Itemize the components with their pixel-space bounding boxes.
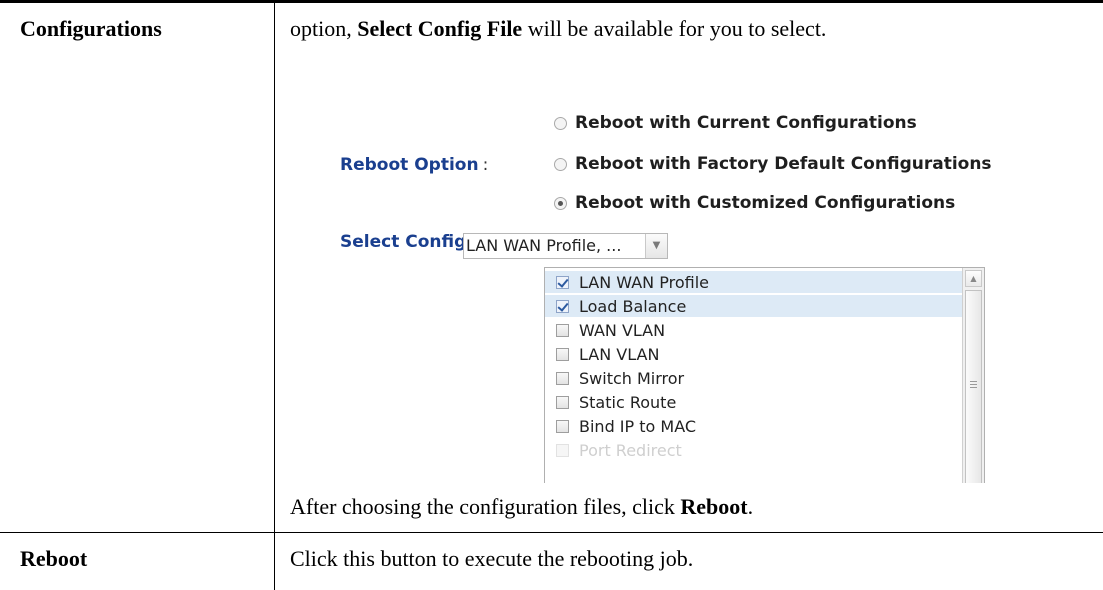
list-item-static-route[interactable]: Static Route	[545, 391, 963, 413]
grip-icon	[970, 381, 977, 388]
list-item-label: LAN WAN Profile	[579, 272, 709, 292]
checkbox-icon[interactable]	[556, 395, 569, 409]
list-item-label: Port Redirect	[579, 440, 682, 460]
list-item-label: Load Balance	[579, 296, 687, 316]
config-file-dropdown-list[interactable]: LAN WAN Profile Load Balance WAN VLAN LA…	[544, 267, 985, 483]
radio-reboot-current[interactable]: Reboot with Current Configurations	[554, 113, 917, 133]
checkbox-checked-icon[interactable]	[556, 299, 569, 313]
radio-reboot-customized[interactable]: Reboot with Customized Configurations	[554, 193, 955, 213]
list-item-lan-wan-profile[interactable]: LAN WAN Profile	[545, 271, 963, 293]
radio-label: Reboot with Customized Configurations	[575, 193, 956, 213]
table-row-divider	[0, 532, 1103, 533]
reboot-options-screenshot: Reboot with Current Configurations Reboo…	[313, 103, 1073, 484]
checkbox-icon[interactable]	[556, 347, 569, 361]
list-item-label: Bind IP to MAC	[579, 416, 697, 436]
config-file-select-value: LAN WAN Profile, ...	[466, 236, 622, 255]
list-item-label: LAN VLAN	[579, 344, 660, 364]
term-configurations: Configurations	[20, 16, 162, 41]
list-item-bind-ip-to-mac[interactable]: Bind IP to MAC	[545, 415, 963, 437]
list-item-switch-mirror[interactable]: Switch Mirror	[545, 367, 963, 389]
checkbox-checked-icon[interactable]	[556, 275, 569, 289]
checkbox-icon[interactable]	[556, 323, 569, 337]
list-item-label: Switch Mirror	[579, 368, 685, 388]
reboot-description: Click this button to execute the rebooti…	[290, 546, 694, 571]
radio-button-icon	[554, 157, 567, 171]
radio-reboot-factory-default[interactable]: Reboot with Factory Default Configuratio…	[554, 154, 992, 174]
radio-button-icon	[554, 116, 567, 130]
checkbox-icon[interactable]	[556, 419, 569, 433]
configurations-outro-text: After choosing the configuration files, …	[290, 494, 754, 519]
checkbox-icon[interactable]	[556, 443, 569, 457]
dropdown-scrollbar[interactable]: ▲	[962, 268, 984, 483]
chevron-down-icon[interactable]: ▼	[645, 234, 667, 258]
table-column-divider	[274, 0, 275, 590]
radio-label: Reboot with Factory Default Configuratio…	[575, 154, 992, 174]
list-item-port-redirect[interactable]: Port Redirect	[545, 439, 963, 461]
scroll-thumb[interactable]	[965, 290, 982, 483]
list-item-load-balance[interactable]: Load Balance	[545, 295, 963, 317]
reboot-option-label: Reboot Option:	[340, 155, 489, 175]
list-item-label: Static Route	[579, 392, 677, 412]
configurations-intro-text: option, Select Config File will be avail…	[290, 16, 827, 41]
table-top-rule	[0, 0, 1103, 3]
list-item-lan-vlan[interactable]: LAN VLAN	[545, 343, 963, 365]
config-file-select[interactable]: LAN WAN Profile, ... ▼	[463, 233, 668, 259]
radio-label: Reboot with Current Configurations	[575, 113, 917, 133]
document-table: Configurations option, Select Config Fil…	[0, 0, 1103, 590]
radio-button-checked-icon	[554, 196, 567, 210]
checkbox-icon[interactable]	[556, 371, 569, 385]
list-item-label: WAN VLAN	[579, 320, 666, 340]
term-reboot: Reboot	[20, 546, 88, 571]
list-item-wan-vlan[interactable]: WAN VLAN	[545, 319, 963, 341]
scroll-up-arrow-icon[interactable]: ▲	[965, 270, 982, 287]
